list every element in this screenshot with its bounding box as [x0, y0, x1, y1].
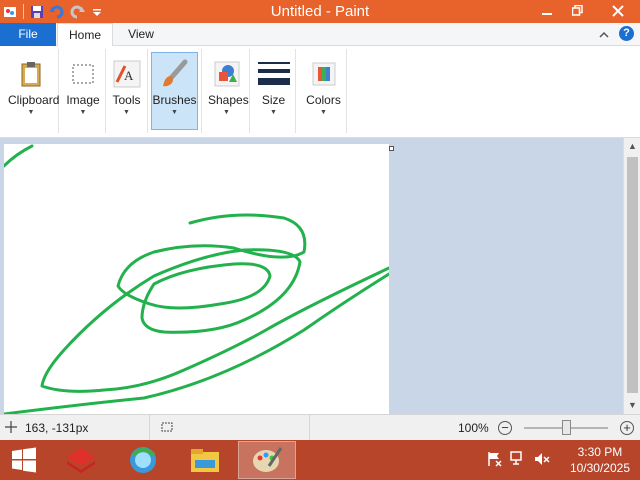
system-clock[interactable]: 3:30 PM 10/30/2025 [570, 444, 630, 476]
paint-icon[interactable] [238, 441, 296, 479]
canvas-workspace [0, 138, 623, 414]
chevron-down-icon: ▼ [79, 109, 87, 116]
chevron-down-icon: ▼ [27, 109, 35, 116]
shapes-label: Shapes [208, 93, 249, 107]
clock-time: 3:30 PM [577, 445, 623, 459]
shapes-button[interactable]: Shapes ▼ [207, 52, 249, 130]
customize-dropdown-icon[interactable] [87, 0, 107, 23]
vertical-scrollbar[interactable]: ▲ ▼ [623, 138, 640, 414]
taskbar: 3:30 PM 10/30/2025 [0, 440, 640, 480]
help-icon[interactable]: ? [619, 26, 634, 41]
stroke-main-loop [40, 213, 389, 393]
zoom-in-button[interactable]: + [620, 421, 634, 435]
action-center-flag-icon[interactable] [486, 451, 502, 470]
image-select-icon [72, 64, 94, 84]
line-size-icon [257, 62, 290, 85]
canvas-drawing [4, 144, 389, 414]
chevron-down-icon: ▼ [223, 109, 230, 116]
chevron-down-icon: ▼ [270, 109, 277, 116]
clock-date: 10/30/2025 [569, 461, 630, 475]
browser-icon[interactable] [114, 441, 172, 479]
chevron-down-icon: ▼ [123, 109, 130, 116]
tab-home[interactable]: Home [57, 23, 113, 47]
close-button[interactable] [596, 0, 640, 21]
size-button[interactable]: Size ▼ [255, 52, 292, 130]
group-tools: A Tools ▼ [106, 49, 148, 133]
scroll-down-icon[interactable]: ▼ [624, 397, 640, 414]
group-size: Size ▼ [252, 49, 296, 133]
colors-label: Colors [306, 93, 341, 107]
cursor-position-segment: 163, -131px [0, 415, 150, 441]
group-shapes: Shapes ▼ [204, 49, 250, 133]
clipboard-label: Clipboard [8, 93, 60, 107]
selection-size-segment [150, 415, 310, 441]
minimize-button[interactable] [531, 0, 562, 21]
zoom-out-button[interactable]: − [498, 421, 512, 435]
tools-label: Tools [112, 93, 141, 107]
clipboard-button[interactable]: Clipboard ▼ [7, 52, 60, 130]
brushes-button[interactable]: Brushes ▼ [151, 52, 198, 130]
tools-icon: A [113, 60, 140, 88]
undo-icon[interactable] [47, 0, 67, 23]
clipboard-icon [21, 62, 41, 87]
color-palette-icon [312, 62, 335, 86]
selection-size-icon [160, 421, 174, 436]
title-bar: Untitled - Paint [0, 0, 640, 23]
save-icon[interactable] [27, 0, 47, 23]
image-label: Image [66, 93, 100, 107]
scroll-up-icon[interactable]: ▲ [624, 138, 640, 155]
group-brushes: Brushes ▼ [148, 49, 202, 133]
ribbon-tab-bar: File Home View ? [0, 23, 640, 47]
tab-view[interactable]: View [117, 23, 165, 46]
group-image: Image ▼ [61, 49, 106, 133]
brush-icon [162, 59, 187, 87]
volume-muted-icon[interactable] [534, 451, 550, 470]
scrollbar-thumb[interactable] [627, 157, 638, 393]
file-explorer-icon[interactable] [176, 441, 234, 479]
tools-button[interactable]: A Tools ▼ [109, 52, 144, 130]
redo-icon[interactable] [67, 0, 87, 23]
group-clipboard: Clipboard ▼ [4, 49, 59, 133]
qat-separator [23, 4, 24, 19]
system-tray [486, 440, 550, 480]
svg-text:A: A [124, 68, 134, 83]
paint-app-icon[interactable] [0, 0, 20, 23]
status-bar: 163, -131px 100% − + [0, 414, 640, 441]
image-button[interactable]: Image ▼ [64, 52, 102, 130]
chevron-down-icon: ▼ [171, 109, 178, 116]
network-icon[interactable] [510, 450, 526, 470]
chevron-down-icon: ▼ [320, 109, 327, 116]
collapse-ribbon-icon[interactable] [599, 27, 609, 41]
shapes-icon [214, 61, 239, 87]
canvas-resize-handle[interactable] [389, 146, 394, 151]
ribbon-home: Clipboard ▼ Image ▼ A Tools ▼ Brushes ▼ … [0, 46, 640, 138]
stroke-top-left [4, 144, 34, 168]
cursor-crosshair-icon [5, 420, 17, 436]
zoom-slider-thumb[interactable] [562, 420, 571, 435]
zoom-level: 100% [458, 421, 489, 435]
windows-start-icon[interactable] [0, 441, 48, 479]
quick-access-toolbar [0, 0, 107, 23]
restore-button[interactable] [562, 0, 593, 21]
colors-button[interactable]: Colors ▼ [304, 52, 343, 130]
tab-file[interactable]: File [0, 23, 56, 46]
cursor-position: 163, -131px [25, 421, 89, 435]
drawing-canvas[interactable] [4, 144, 389, 414]
brushes-label: Brushes [152, 93, 197, 107]
size-label: Size [261, 93, 286, 107]
red-app-icon[interactable] [52, 441, 110, 479]
group-colors: Colors ▼ [301, 49, 347, 133]
